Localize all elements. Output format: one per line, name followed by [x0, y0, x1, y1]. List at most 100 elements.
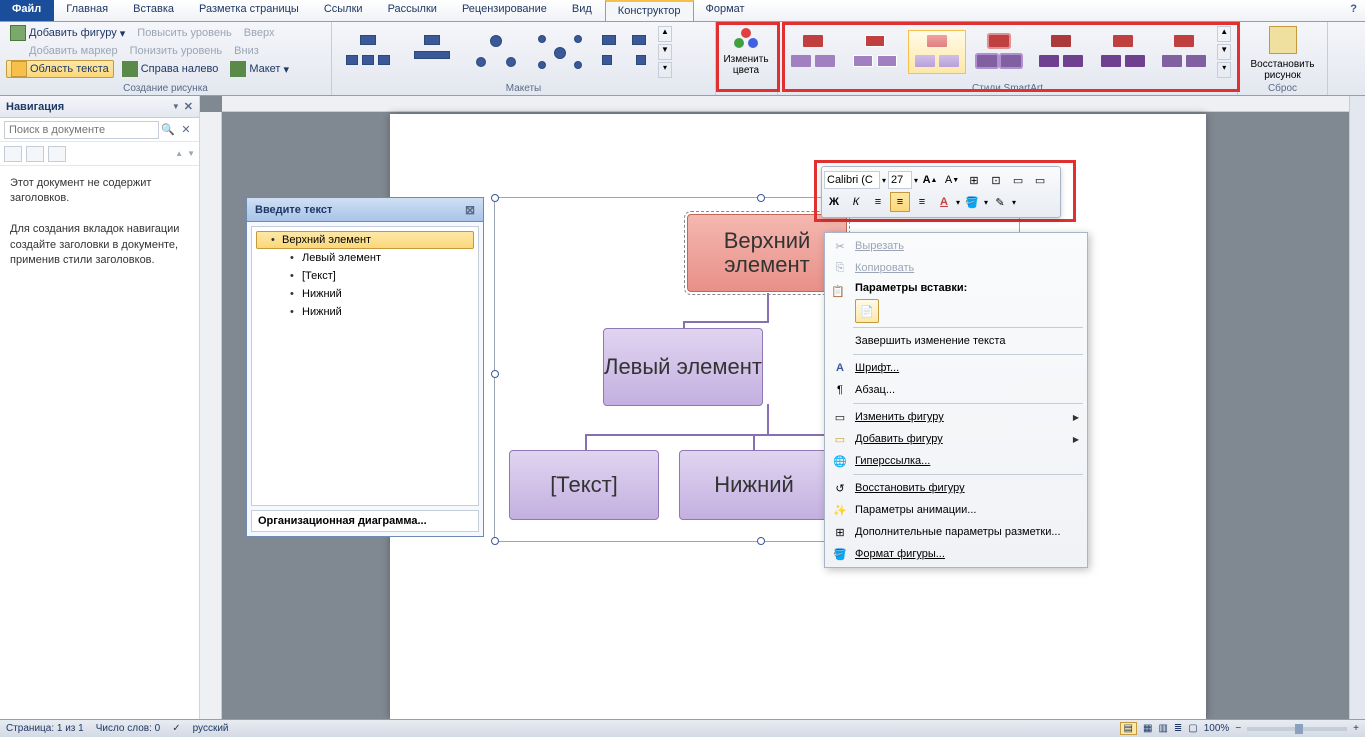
- search-close-icon[interactable]: ✕: [177, 123, 195, 136]
- style-thumb-3[interactable]: [908, 30, 966, 74]
- align-right-button[interactable]: ≡: [912, 192, 932, 212]
- style-thumb-7[interactable]: [1156, 30, 1214, 74]
- cm-copy[interactable]: ⎘Копировать: [827, 257, 1085, 279]
- layout-thumb-3[interactable]: [466, 30, 526, 74]
- nav-next-icon[interactable]: ▼: [187, 149, 195, 158]
- view-draft-button[interactable]: ▢: [1188, 723, 1197, 734]
- layouts-expand[interactable]: ▾: [658, 62, 672, 78]
- font-color-button[interactable]: А: [934, 192, 954, 212]
- text-item-2[interactable]: [Текст]: [256, 267, 474, 285]
- fit-button-2[interactable]: ⊡: [986, 170, 1006, 190]
- text-item-0[interactable]: Верхний элемент: [256, 231, 474, 249]
- view-pages-button[interactable]: [26, 146, 44, 162]
- paste-option-1[interactable]: 📄: [855, 299, 879, 323]
- tab-design[interactable]: Конструктор: [605, 0, 694, 21]
- layout-thumb-5[interactable]: [594, 30, 654, 74]
- tab-review[interactable]: Рецензирование: [450, 0, 560, 21]
- view-headings-button[interactable]: [4, 146, 22, 162]
- status-proofing-icon[interactable]: ✓: [172, 723, 180, 734]
- styles-scroll-up[interactable]: ▲: [1217, 26, 1231, 42]
- move-up-button[interactable]: Вверх: [240, 24, 279, 42]
- layout-thumb-4[interactable]: [530, 30, 590, 74]
- align-left-button[interactable]: ≡: [868, 192, 888, 212]
- tab-page-layout[interactable]: Разметка страницы: [187, 0, 312, 21]
- view-read-button[interactable]: ▦: [1143, 723, 1152, 734]
- style-thumb-6[interactable]: [1094, 30, 1152, 74]
- search-icon[interactable]: 🔍: [159, 123, 177, 136]
- cm-layout-params[interactable]: ⊞Дополнительные параметры разметки...: [827, 521, 1085, 543]
- bold-button[interactable]: Ж: [824, 192, 844, 212]
- bring-front-button[interactable]: ▭: [1030, 170, 1050, 190]
- shrink-font-button[interactable]: A▼: [942, 170, 962, 190]
- fit-button-1[interactable]: ⊞: [964, 170, 984, 190]
- promote-button[interactable]: Повысить уровень: [133, 24, 236, 42]
- cm-paragraph[interactable]: ¶Абзац...: [827, 379, 1085, 401]
- cm-font[interactable]: АШрифт...: [827, 357, 1085, 379]
- rtl-button[interactable]: Справа налево: [118, 60, 223, 78]
- cm-hyperlink[interactable]: 🌐Гиперссылка...: [827, 450, 1085, 472]
- status-page[interactable]: Страница: 1 из 1: [6, 723, 84, 734]
- text-pane-button[interactable]: Область текста: [6, 60, 114, 78]
- change-colors-button[interactable]: Изменить цвета: [718, 24, 774, 78]
- tab-home[interactable]: Главная: [54, 0, 121, 21]
- search-input[interactable]: [4, 121, 159, 139]
- view-print-button[interactable]: ▤: [1120, 722, 1137, 735]
- layouts-scroll-down[interactable]: ▼: [658, 44, 672, 60]
- nav-close-icon[interactable]: ✕: [184, 100, 193, 113]
- tab-view[interactable]: Вид: [560, 0, 605, 21]
- demote-button[interactable]: Понизить уровень: [126, 42, 227, 60]
- smartart-left-shape[interactable]: Левый элемент: [603, 328, 763, 406]
- cm-finish-edit[interactable]: Завершить изменение текста: [827, 330, 1085, 352]
- zoom-in-button[interactable]: +: [1353, 723, 1359, 734]
- tab-mailings[interactable]: Рассылки: [376, 0, 450, 21]
- zoom-out-button[interactable]: −: [1235, 723, 1241, 734]
- add-bullet-button[interactable]: Добавить маркер: [6, 42, 122, 60]
- vertical-scrollbar[interactable]: [1349, 96, 1365, 719]
- zoom-value[interactable]: 100%: [1204, 723, 1230, 734]
- layout-button[interactable]: Макет ▾: [226, 60, 293, 78]
- style-thumb-5[interactable]: [1032, 30, 1090, 74]
- status-language[interactable]: русский: [193, 723, 229, 734]
- styles-expand[interactable]: ▾: [1217, 62, 1231, 78]
- styles-scroll-down[interactable]: ▼: [1217, 44, 1231, 60]
- tab-format[interactable]: Формат: [694, 0, 758, 21]
- grow-font-button[interactable]: A▲: [920, 170, 940, 190]
- help-icon[interactable]: ?: [1342, 0, 1365, 21]
- align-center-button[interactable]: ≡: [890, 192, 910, 212]
- vertical-ruler[interactable]: [200, 112, 222, 719]
- font-size-input[interactable]: [888, 171, 912, 189]
- move-down-button[interactable]: Вниз: [230, 42, 263, 60]
- cm-cut[interactable]: ✂Вырезать: [827, 235, 1085, 257]
- send-back-button[interactable]: ▭: [1008, 170, 1028, 190]
- horizontal-ruler[interactable]: [222, 96, 1349, 112]
- cm-restore-shape[interactable]: ↺Восстановить фигуру: [827, 477, 1085, 499]
- view-web-button[interactable]: ▥: [1158, 723, 1167, 734]
- text-panel-close-icon[interactable]: ⊠: [465, 203, 475, 217]
- style-thumb-2[interactable]: [846, 30, 904, 74]
- zoom-slider[interactable]: [1247, 727, 1347, 731]
- smartart-b2-shape[interactable]: Нижний: [679, 450, 829, 520]
- style-thumb-4[interactable]: [970, 30, 1028, 74]
- cm-change-shape[interactable]: ▭Изменить фигуру▶: [827, 406, 1085, 428]
- text-item-4[interactable]: Нижний: [256, 303, 474, 321]
- text-item-1[interactable]: Левый элемент: [256, 249, 474, 267]
- layouts-scroll-up[interactable]: ▲: [658, 26, 672, 42]
- nav-prev-icon[interactable]: ▲: [175, 149, 183, 158]
- text-panel-footer[interactable]: Организационная диаграмма...: [251, 510, 479, 532]
- layout-thumb-1[interactable]: [338, 30, 398, 74]
- outline-color-button[interactable]: ✎: [990, 192, 1010, 212]
- tab-file[interactable]: Файл: [0, 0, 54, 21]
- cm-format-shape[interactable]: 🪣Формат фигуры...: [827, 543, 1085, 565]
- font-name-input[interactable]: [824, 171, 880, 189]
- tab-insert[interactable]: Вставка: [121, 0, 187, 21]
- smartart-top-shape[interactable]: Верхний элемент: [687, 214, 847, 292]
- status-words[interactable]: Число слов: 0: [96, 723, 160, 734]
- cm-anim-params[interactable]: ✨Параметры анимации...: [827, 499, 1085, 521]
- tab-references[interactable]: Ссылки: [312, 0, 376, 21]
- text-panel-header[interactable]: Введите текст ⊠: [247, 198, 483, 222]
- cm-add-shape[interactable]: ▭Добавить фигуру▶: [827, 428, 1085, 450]
- view-results-button[interactable]: [48, 146, 66, 162]
- layout-thumb-2[interactable]: [402, 30, 462, 74]
- fill-color-button[interactable]: 🪣: [962, 192, 982, 212]
- smartart-b1-shape[interactable]: [Текст]: [509, 450, 659, 520]
